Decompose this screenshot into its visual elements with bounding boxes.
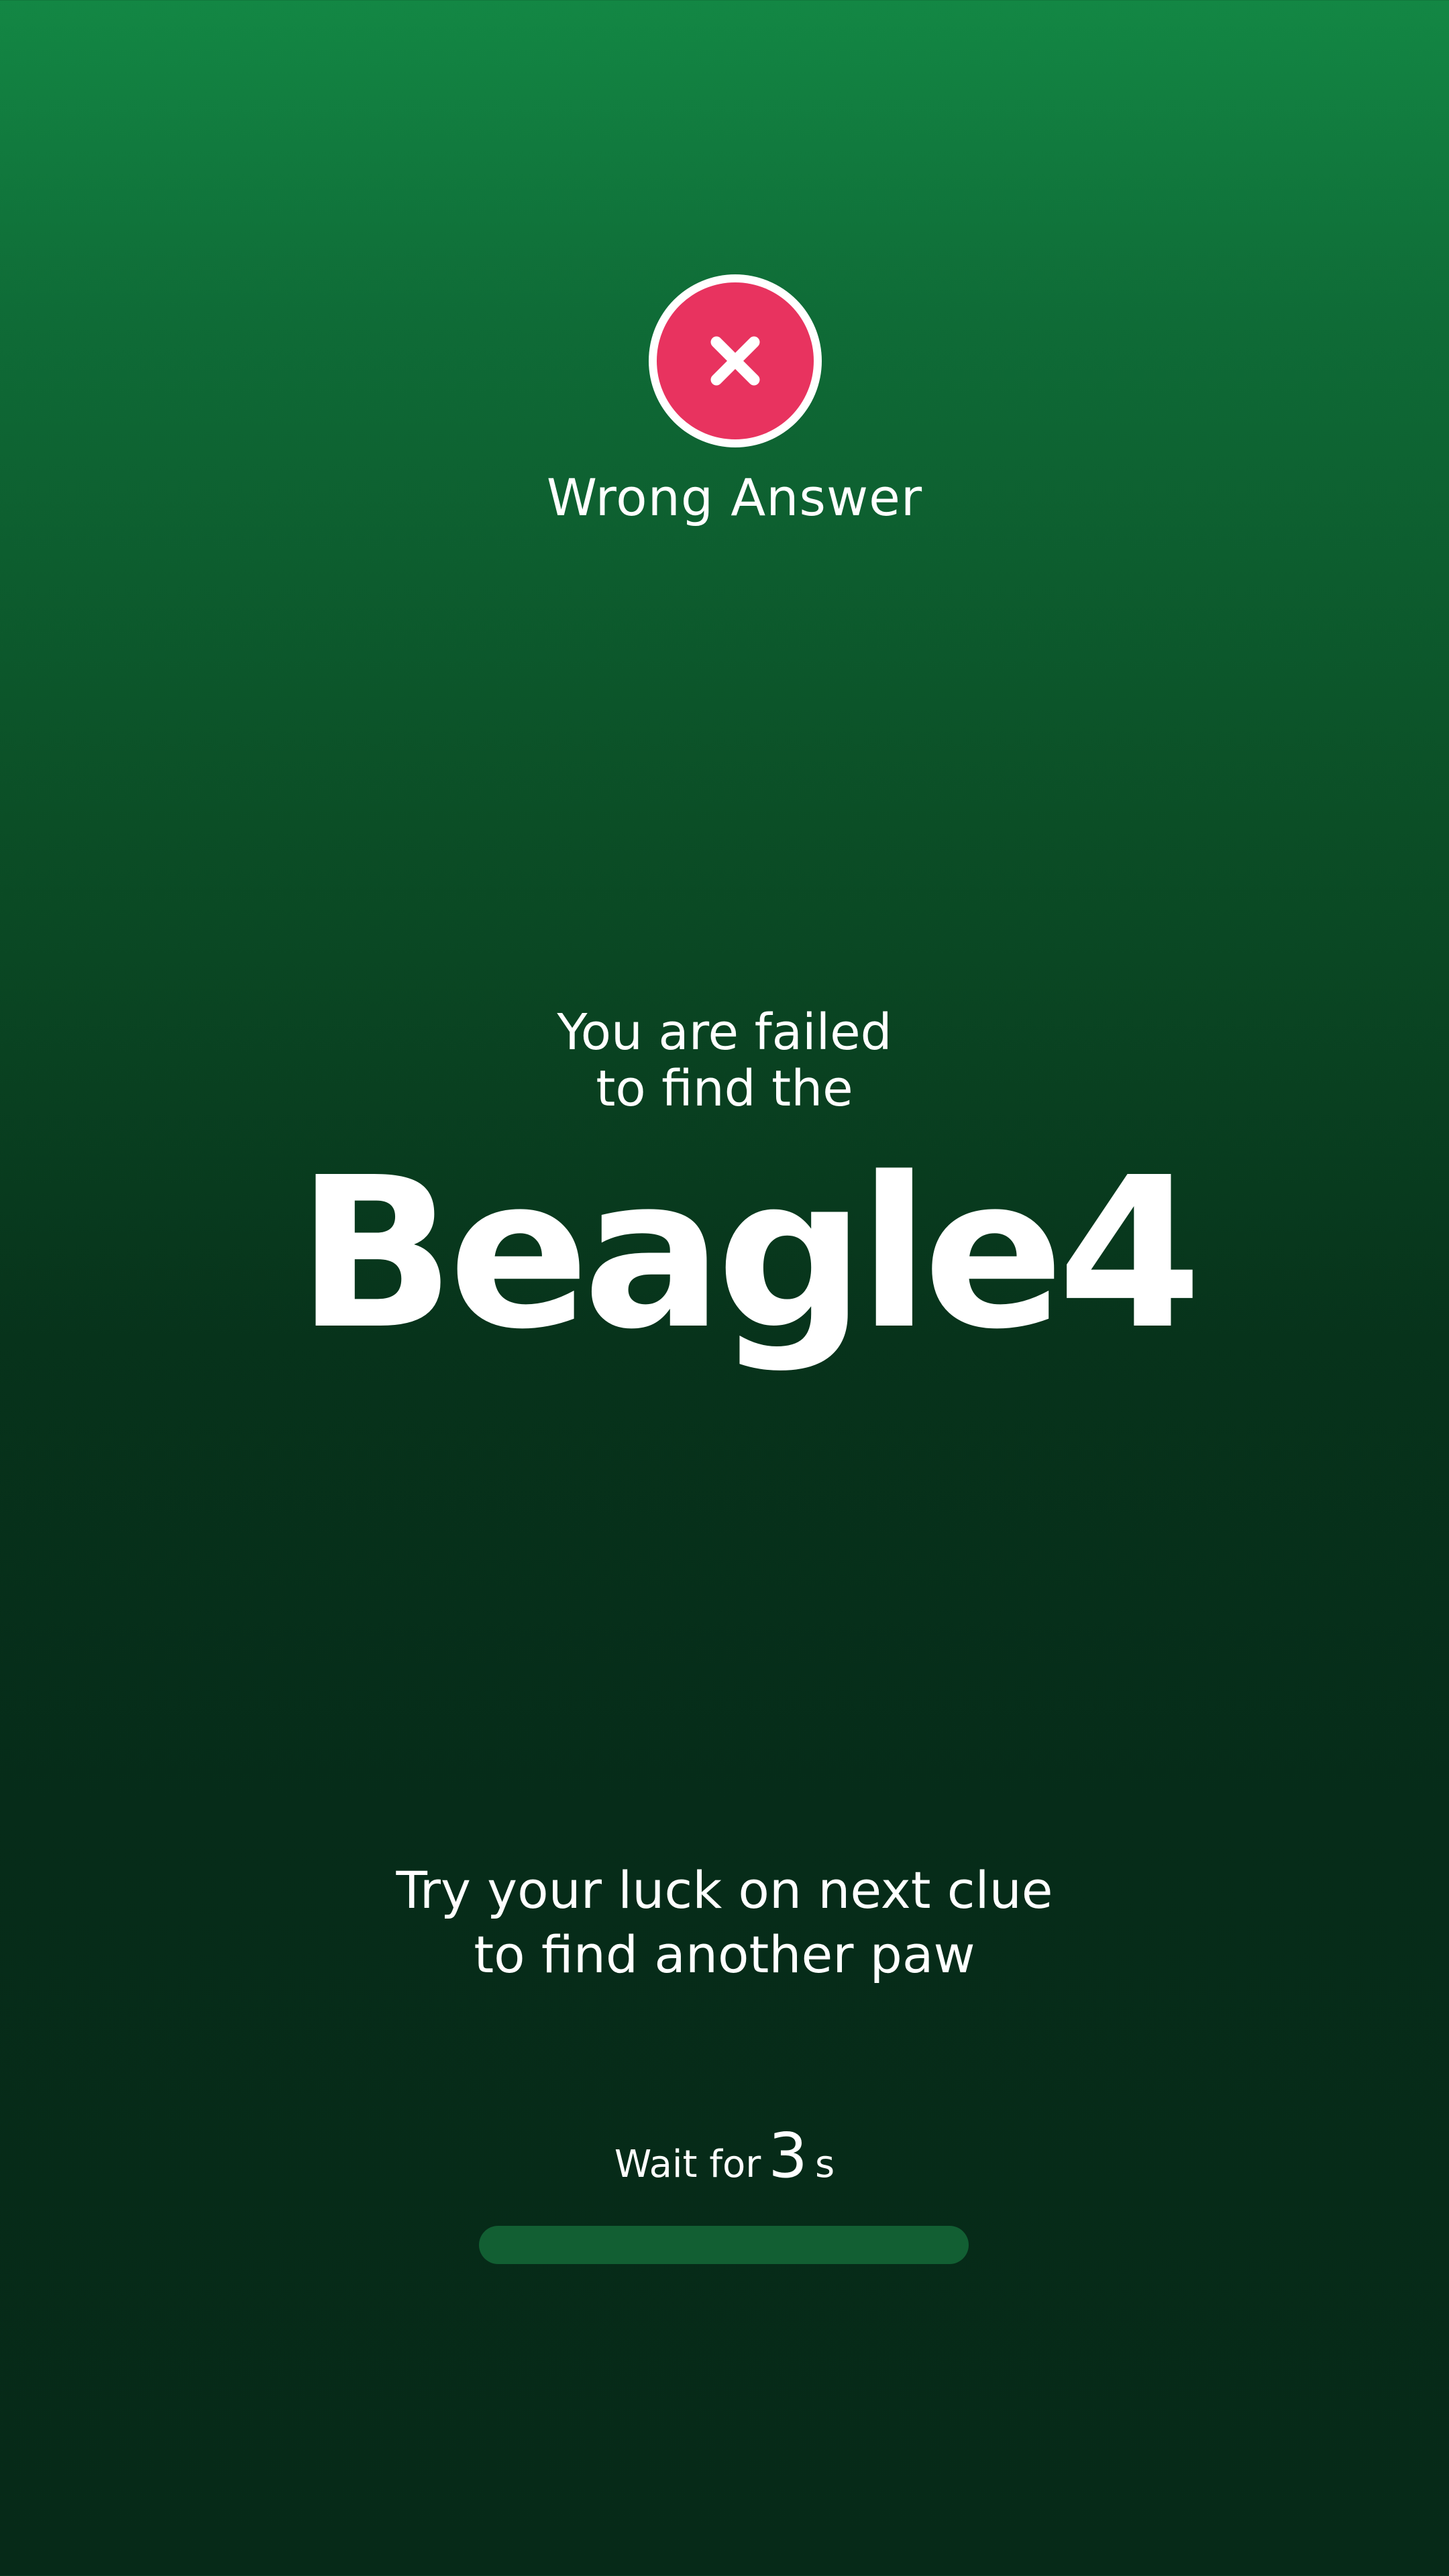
- countdown-unit: s: [814, 2143, 835, 2186]
- next-clue-message-line-2: to find another paw: [474, 1925, 975, 1984]
- answer-title: Beagle4: [297, 1133, 1202, 1375]
- status-icon-container: [649, 274, 822, 447]
- countdown-seconds: 3: [768, 2120, 808, 2192]
- wrong-answer-screen: Wrong Answer You are failed to find the …: [0, 0, 1449, 2576]
- next-clue-message: Try your luck on next clue to find anoth…: [0, 1858, 1449, 1987]
- close-icon: [657, 282, 814, 439]
- result-intro-line-2: to find the: [596, 1060, 853, 1118]
- next-clue-message-line-1: Try your luck on next clue: [396, 1860, 1053, 1920]
- result-intro-line-1: You are failed: [557, 1004, 892, 1061]
- countdown-progress-bar: [479, 2226, 969, 2264]
- status-label: Wrong Answer: [546, 468, 923, 527]
- countdown-timer: Wait for 3 s: [0, 2120, 1449, 2192]
- countdown-prefix: Wait for: [614, 2143, 761, 2186]
- result-intro: You are failed to find the: [0, 1004, 1449, 1117]
